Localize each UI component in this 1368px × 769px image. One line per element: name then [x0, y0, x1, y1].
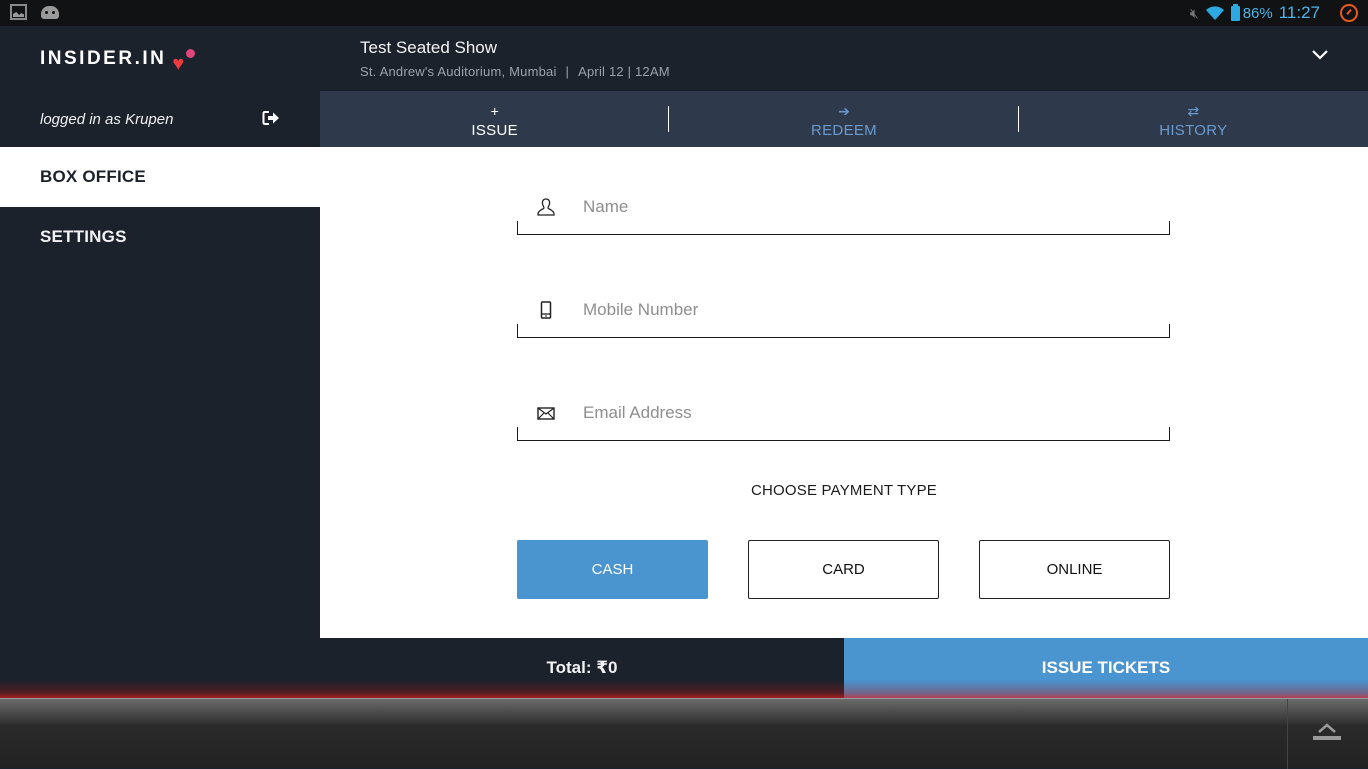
logged-in-label: logged in as Krupen: [40, 110, 174, 128]
chevron-down-icon[interactable]: [1312, 50, 1328, 60]
tab-label: ISSUE: [471, 122, 518, 139]
logo-text: INSIDER.IN: [40, 48, 167, 69]
button-label: CARD: [822, 561, 865, 578]
mobile-field: [517, 288, 1170, 338]
name-input[interactable]: [583, 193, 1143, 221]
logo: INSIDER.IN ♥: [40, 48, 198, 74]
event-header: Test Seated Show St. Andrew's Auditorium…: [320, 26, 1368, 91]
cash-button[interactable]: CASH: [517, 540, 708, 599]
heart-icon: ♥: [172, 48, 198, 74]
android-icon: [41, 5, 59, 19]
tab-divider: [1018, 106, 1019, 132]
refresh-icon: ⇄: [1187, 103, 1200, 119]
payment-type-heading: CHOOSE PAYMENT TYPE: [750, 482, 938, 499]
battery-icon: [1230, 3, 1240, 21]
mobile-input[interactable]: [583, 296, 1143, 324]
system-nav-bar: [0, 698, 1368, 769]
issue-tickets-button[interactable]: ISSUE TICKETS: [844, 638, 1368, 698]
tab-bar: + ISSUE ➔ REDEEM ⇄ HISTORY: [320, 91, 1368, 155]
total-display: Total: ₹0: [320, 638, 844, 698]
sidebar-item-settings[interactable]: SETTINGS: [0, 207, 320, 267]
sidebar-item-box-office[interactable]: BOX OFFICE: [0, 147, 320, 207]
sidebar: INSIDER.IN ♥ logged in as Krupen BOX OFF…: [0, 26, 320, 698]
user-icon: [537, 198, 555, 216]
button-label: ONLINE: [1046, 561, 1103, 578]
tab-issue[interactable]: + ISSUE: [320, 91, 669, 155]
online-button[interactable]: ONLINE: [979, 540, 1170, 599]
sidebar-item-label: BOX OFFICE: [40, 167, 146, 186]
card-button[interactable]: CARD: [748, 540, 939, 599]
chevron-up-icon[interactable]: [1312, 721, 1342, 745]
event-subtitle: St. Andrew's Auditorium, Mumbai | April 12…: [360, 64, 670, 79]
mobile-phone-icon: [540, 301, 552, 319]
total-label: Total: ₹0: [546, 658, 618, 677]
event-venue: St. Andrew's Auditorium, Mumbai: [360, 64, 557, 79]
tab-redeem[interactable]: ➔ REDEEM: [669, 91, 1018, 147]
envelope-icon: [537, 407, 555, 420]
tab-label: REDEEM: [811, 122, 877, 139]
speedometer-icon: [1340, 4, 1358, 22]
issue-form: CHOOSE PAYMENT TYPE CASH CARD ONLINE: [320, 147, 1368, 638]
image-icon: [10, 4, 27, 20]
wifi-icon: [1205, 6, 1224, 20]
divider: [1287, 699, 1288, 769]
status-bar: 🔇︎ 86% 11:27: [0, 0, 1368, 26]
battery-percent: 86%: [1242, 4, 1273, 22]
tab-divider: [668, 106, 669, 132]
logout-icon[interactable]: [262, 110, 280, 126]
sidebar-item-label: SETTINGS: [40, 227, 127, 246]
tab-history[interactable]: ⇄ HISTORY: [1019, 91, 1368, 147]
mute-icon: 🔇︎: [1189, 4, 1199, 21]
clock: 11:27: [1278, 3, 1320, 22]
separator: |: [565, 64, 570, 79]
event-title: Test Seated Show: [360, 38, 498, 57]
email-input[interactable]: [583, 399, 1143, 427]
login-info: logged in as Krupen: [0, 92, 320, 146]
name-field: [517, 185, 1170, 235]
event-datetime: April 12 | 12AM: [578, 64, 670, 79]
button-label: ISSUE TICKETS: [1041, 658, 1171, 677]
email-field: [517, 391, 1170, 441]
tab-label: HISTORY: [1159, 122, 1228, 139]
plus-icon: +: [490, 103, 499, 119]
arrow-right-icon: ➔: [838, 103, 850, 119]
button-label: CASH: [591, 561, 634, 578]
